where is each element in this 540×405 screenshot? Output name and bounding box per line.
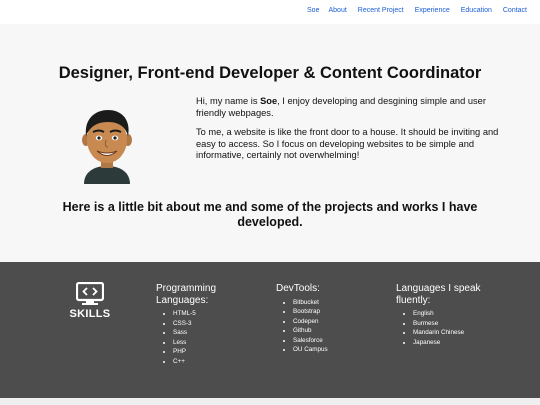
skills-column-languages: Languages I speak fluently: English Burm…: [396, 283, 516, 347]
list-item: Codepen: [293, 317, 386, 327]
skills-list: English Burmese Mandarin Chinese Japanes…: [396, 309, 516, 347]
list-item: C++: [173, 357, 266, 367]
hero-section: Designer, Front-end Developer & Content …: [0, 24, 540, 262]
footer-strip: [0, 398, 540, 405]
list-item: Mandarin Chinese: [413, 328, 516, 338]
page-title: Designer, Front-end Developer & Content …: [58, 64, 482, 82]
list-item: PHP: [173, 347, 266, 357]
list-item: Bitbucket: [293, 298, 386, 308]
skills-list: HTML-5 CSS-3 Sass Less PHP C++: [156, 309, 266, 367]
main-nav: Soe About Recent Project Experience Educ…: [307, 7, 527, 14]
list-item: OU Campus: [293, 345, 386, 355]
list-item: Salesforce: [293, 336, 386, 346]
philosophy-paragraph: To me, a website is like the front door …: [196, 127, 499, 160]
avatar: [82, 110, 132, 184]
skills-label: SKILLS: [69, 308, 111, 320]
nav-brand-link[interactable]: Soe: [307, 7, 319, 14]
intro-name: Soe: [260, 96, 278, 106]
intro-prefix: Hi, my name is: [196, 96, 261, 106]
intro-text: Hi, my name is Soe, I enjoy developing a…: [196, 96, 506, 170]
hero-subtitle: Here is a little bit about me and some o…: [62, 200, 478, 229]
list-item: English: [413, 309, 516, 319]
skills-column-heading: Languages I speak fluently:: [396, 283, 481, 306]
list-item: HTML-5: [173, 309, 266, 319]
skills-column-programming: Programming Languages: HTML-5 CSS-3 Sass…: [156, 283, 266, 367]
skills-section: SKILLS Programming Languages: HTML-5 CSS…: [0, 262, 540, 398]
list-item: Sass: [173, 328, 266, 338]
skills-list: Bitbucket Bootstrap Codepen Github Sales…: [276, 298, 386, 356]
list-item: CSS-3: [173, 319, 266, 329]
skills-column-heading: Programming Languages:: [156, 283, 217, 306]
top-navbar: Soe About Recent Project Experience Educ…: [0, 0, 540, 24]
list-item: Less: [173, 338, 266, 348]
list-item: Github: [293, 326, 386, 336]
skills-column-heading: DevTools:: [276, 283, 320, 294]
nav-item-contact[interactable]: Contact: [503, 7, 527, 14]
nav-item-recent-project[interactable]: Recent Project: [358, 7, 404, 14]
code-monitor-icon: [76, 282, 104, 305]
nav-item-experience[interactable]: Experience: [415, 7, 450, 14]
nav-item-education[interactable]: Education: [461, 7, 492, 14]
skills-logo: SKILLS: [68, 282, 112, 320]
list-item: Burmese: [413, 319, 516, 329]
skills-column-devtools: DevTools: Bitbucket Bootstrap Codepen Gi…: [276, 283, 386, 355]
nav-item-about[interactable]: About: [328, 7, 346, 14]
list-item: Bootstrap: [293, 307, 386, 317]
intro-paragraph: Hi, my name is Soe, I enjoy developing a…: [196, 96, 506, 119]
list-item: Japanese: [413, 338, 516, 348]
